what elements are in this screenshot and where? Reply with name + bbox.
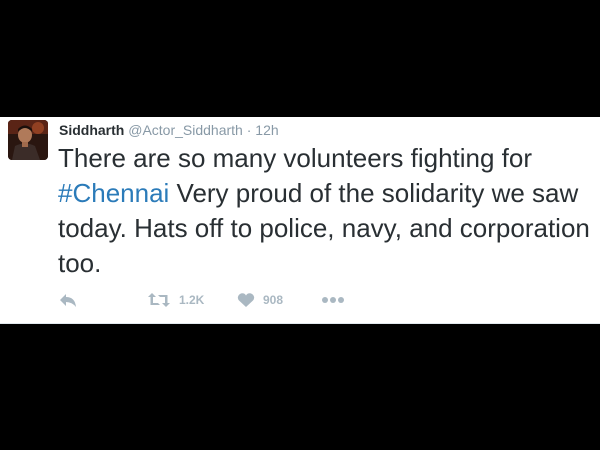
tweet-timestamp[interactable]: 12h: [255, 122, 278, 138]
header-separator: ·: [246, 122, 252, 138]
heart-icon: [237, 292, 255, 308]
retweet-button[interactable]: 1.2K: [147, 289, 204, 311]
retweet-icon: [147, 292, 171, 308]
like-button[interactable]: 908: [237, 289, 283, 311]
more-button[interactable]: [321, 289, 345, 311]
retweet-count: 1.2K: [179, 293, 205, 307]
tweet-text-before: There are so many volunteers fighting fo…: [58, 143, 533, 173]
hashtag-link[interactable]: #Chennai: [58, 178, 169, 208]
avatar[interactable]: [8, 120, 48, 160]
like-count: 908: [263, 293, 284, 307]
tweet-header: Siddharth @Actor_Siddharth · 12h: [59, 121, 279, 139]
tweet-text: There are so many volunteers fighting fo…: [58, 141, 594, 281]
tweet-card: Siddharth @Actor_Siddharth · 12h There a…: [0, 117, 600, 324]
author-handle[interactable]: @Actor_Siddharth: [128, 122, 243, 138]
more-icon: [321, 296, 345, 304]
author-name[interactable]: Siddharth: [59, 122, 124, 138]
reply-button[interactable]: [58, 289, 78, 311]
reply-icon: [58, 292, 78, 308]
